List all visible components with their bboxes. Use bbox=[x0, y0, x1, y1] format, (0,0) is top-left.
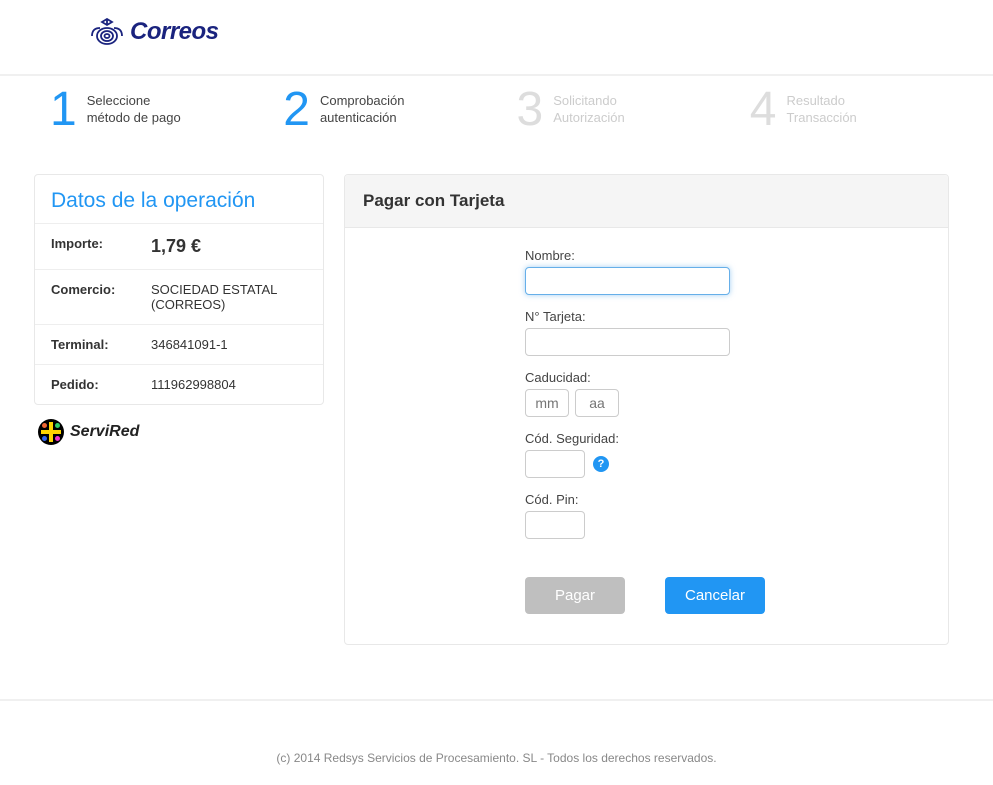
pin-input[interactable] bbox=[525, 511, 585, 539]
step-number: 2 bbox=[283, 86, 310, 134]
right-column: Pagar con Tarjeta Nombre: N° Tarjeta: Ca… bbox=[344, 174, 949, 645]
brand-name: Correos bbox=[130, 18, 219, 46]
comercio-label: Comercio: bbox=[51, 282, 151, 312]
pay-button[interactable]: Pagar bbox=[525, 577, 625, 614]
expiry-month-input[interactable] bbox=[525, 389, 569, 417]
step-2: 2 Comprobación autenticación bbox=[283, 86, 476, 134]
step-number: 1 bbox=[50, 86, 77, 134]
brand-logo: Correos bbox=[90, 18, 993, 46]
operation-table: Importe: 1,79 € Comercio: SOCIEDAD ESTAT… bbox=[35, 223, 323, 404]
group-expiry: Caducidad: bbox=[525, 370, 930, 417]
group-cvv: Cód. Seguridad: ? bbox=[525, 431, 930, 478]
operation-panel-title: Datos de la operación bbox=[35, 175, 323, 223]
card-panel-header: Pagar con Tarjeta bbox=[345, 175, 948, 228]
terminal-value: 346841091-1 bbox=[151, 337, 307, 352]
row-importe: Importe: 1,79 € bbox=[35, 223, 323, 269]
card-panel-title: Pagar con Tarjeta bbox=[363, 191, 930, 211]
cvv-label: Cód. Seguridad: bbox=[525, 431, 930, 446]
group-name: Nombre: bbox=[525, 248, 930, 295]
step-label: Comprobación autenticación bbox=[320, 93, 405, 127]
main-content: Datos de la operación Importe: 1,79 € Co… bbox=[0, 144, 993, 675]
comercio-value: SOCIEDAD ESTATAL (CORREOS) bbox=[151, 282, 307, 312]
servired-icon bbox=[38, 419, 64, 445]
group-pin: Cód. Pin: bbox=[525, 492, 930, 539]
step-number: 4 bbox=[750, 86, 777, 134]
row-terminal: Terminal: 346841091-1 bbox=[35, 324, 323, 364]
group-card-number: N° Tarjeta: bbox=[525, 309, 930, 356]
row-pedido: Pedido: 111962998804 bbox=[35, 364, 323, 404]
step-3: 3 Solicitando Autorización bbox=[517, 86, 710, 134]
expiry-label: Caducidad: bbox=[525, 370, 930, 385]
servired-logo: ServiRed bbox=[34, 405, 324, 459]
step-label: Solicitando Autorización bbox=[553, 93, 625, 127]
operation-panel: Datos de la operación Importe: 1,79 € Co… bbox=[34, 174, 324, 405]
card-number-label: N° Tarjeta: bbox=[525, 309, 930, 324]
card-form: Nombre: N° Tarjeta: Caducidad: Cód. Segu… bbox=[345, 228, 948, 644]
name-input[interactable] bbox=[525, 267, 730, 295]
step-label: Seleccione método de pago bbox=[87, 93, 181, 127]
step-4: 4 Resultado Transacción bbox=[750, 86, 943, 134]
servired-text: ServiRed bbox=[70, 423, 139, 441]
name-label: Nombre: bbox=[525, 248, 930, 263]
footer-text: (c) 2014 Redsys Servicios de Procesamien… bbox=[0, 701, 993, 785]
card-number-input[interactable] bbox=[525, 328, 730, 356]
pedido-label: Pedido: bbox=[51, 377, 151, 392]
left-column: Datos de la operación Importe: 1,79 € Co… bbox=[34, 174, 324, 459]
importe-label: Importe: bbox=[51, 236, 151, 257]
importe-value: 1,79 € bbox=[151, 236, 307, 257]
step-1: 1 Seleccione método de pago bbox=[50, 86, 243, 134]
header: Correos bbox=[0, 0, 993, 74]
progress-steps: 1 Seleccione método de pago 2 Comprobaci… bbox=[0, 76, 993, 144]
step-number: 3 bbox=[517, 86, 544, 134]
row-comercio: Comercio: SOCIEDAD ESTATAL (CORREOS) bbox=[35, 269, 323, 324]
card-payment-panel: Pagar con Tarjeta Nombre: N° Tarjeta: Ca… bbox=[344, 174, 949, 645]
cvv-help-icon[interactable]: ? bbox=[593, 456, 609, 472]
cvv-input[interactable] bbox=[525, 450, 585, 478]
pin-label: Cód. Pin: bbox=[525, 492, 930, 507]
correos-icon bbox=[90, 18, 124, 46]
pedido-value: 111962998804 bbox=[151, 377, 307, 392]
terminal-label: Terminal: bbox=[51, 337, 151, 352]
step-label: Resultado Transacción bbox=[786, 93, 856, 127]
cancel-button[interactable]: Cancelar bbox=[665, 577, 765, 614]
expiry-year-input[interactable] bbox=[575, 389, 619, 417]
button-row: Pagar Cancelar bbox=[525, 577, 930, 614]
